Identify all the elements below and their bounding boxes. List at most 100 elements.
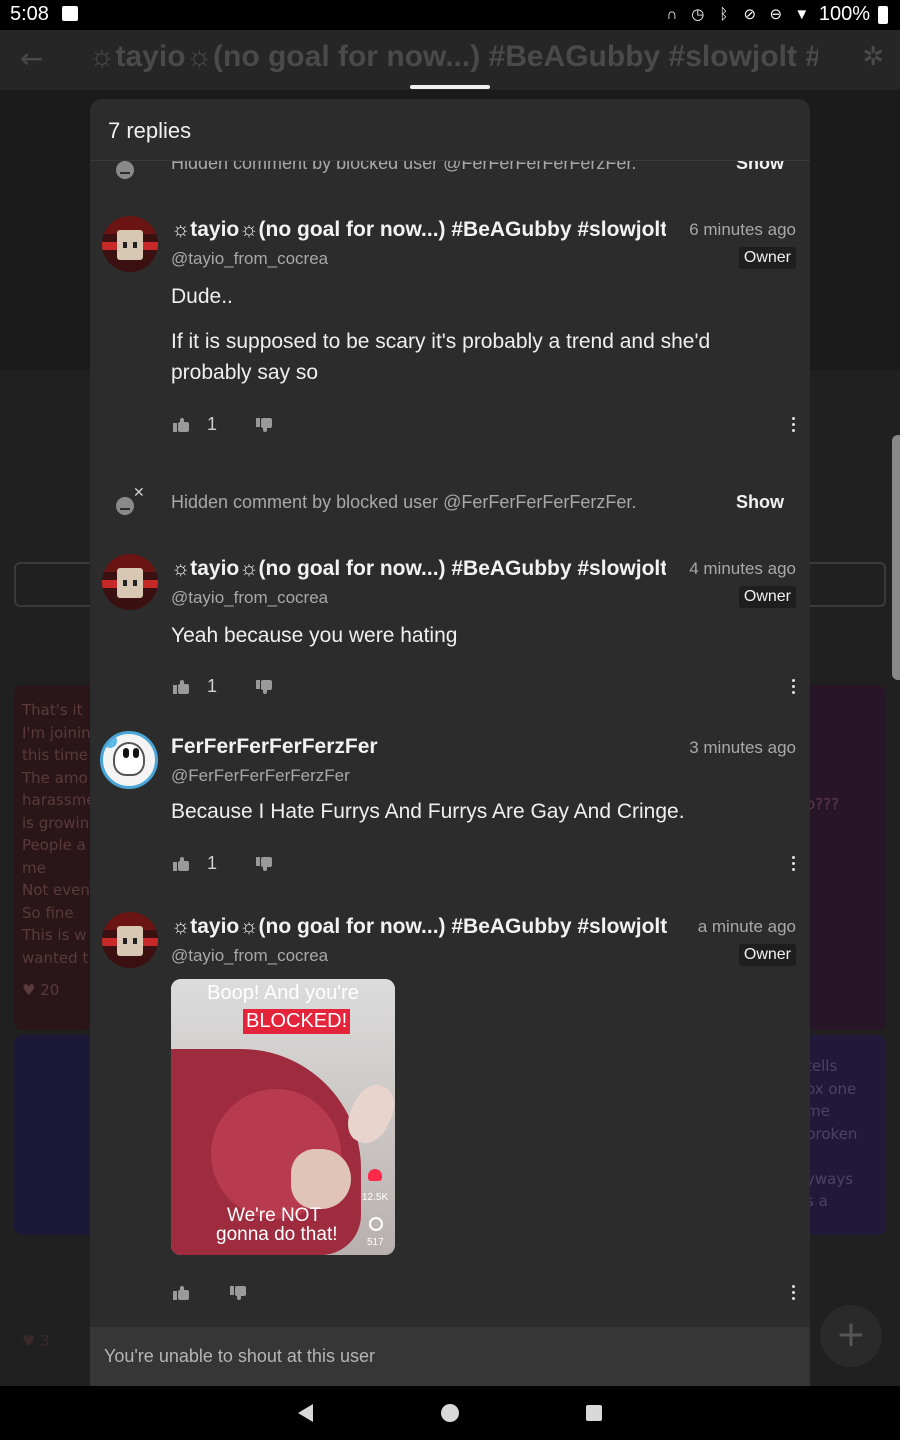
comment-paragraph: Dude..: [171, 285, 233, 308]
avatar[interactable]: [102, 554, 158, 610]
add-fab-button: +: [820, 1305, 882, 1367]
image-notification-icon: [62, 6, 78, 21]
background-card-right-2: tells ox one me broken yways s a: [806, 1035, 886, 1235]
owner-badge: Owner: [738, 944, 796, 966]
sticker-text: BLOCKED!: [243, 1009, 351, 1034]
replies-sheet: 7 replies Hidden comment by blocked user…: [90, 99, 810, 1386]
blocked-user-icon: [116, 497, 134, 515]
bg-line: wanted t: [22, 948, 89, 967]
alarm-icon: ◷: [691, 5, 705, 23]
sheet-drag-handle[interactable]: [410, 85, 490, 89]
more-vert-icon[interactable]: [792, 679, 796, 695]
bg-line: [806, 1145, 886, 1168]
sticker-image[interactable]: Boop! And you're BLOCKED! We're NOT gonn…: [171, 979, 395, 1255]
back-arrow-icon: ←: [20, 42, 44, 75]
bg-bottom-like-count: 3: [40, 1332, 50, 1350]
comment-body: Because I Hate Furrys And Furrys Are Gay…: [171, 796, 791, 827]
comment-item: ☼tayio☼(no goal for now...) #BeAGubby #s…: [90, 908, 810, 1308]
owner-badge: Owner: [738, 586, 796, 608]
comment-actions: 1: [171, 853, 796, 879]
bg-line: That's it: [22, 701, 83, 719]
status-time: 5:08: [10, 3, 49, 25]
comment-handle: @tayio_from_cocrea: [171, 249, 329, 268]
bg-line: me: [806, 1102, 830, 1120]
sticker-text: Boop! And you're: [207, 982, 359, 1004]
bg-heart-icon: ♥: [22, 1332, 41, 1350]
bg-line: broken: [806, 1124, 858, 1143]
bg-line: The amo: [22, 768, 88, 787]
wifi-icon: ▼: [794, 5, 810, 23]
thumb-up-icon[interactable]: [173, 857, 189, 871]
comment-handle: @tayio_from_cocrea: [171, 588, 329, 607]
comment-actions: 1: [171, 676, 796, 702]
background-card-left: That's it I'm joinin this time The amo h…: [14, 685, 94, 1030]
sheet-header: 7 replies: [90, 99, 810, 161]
comment-author[interactable]: ☼tayio☼(no goal for now...) #BeAGubby #s…: [171, 218, 666, 242]
hidden-comment-text: Hidden comment by blocked user @FerFerFe…: [171, 492, 637, 512]
avatar[interactable]: [102, 912, 158, 968]
status-icons: ∩ ◷ ᛒ ⊘ ⊖ ▼ 100%: [663, 3, 888, 26]
heart-icon: [368, 1169, 382, 1181]
thumb-down-icon[interactable]: [256, 680, 272, 694]
bg-line: Not even: [22, 881, 90, 899]
nav-recents-icon[interactable]: [586, 1405, 602, 1421]
comment-handle: @FerFerFerFerFerzFer: [171, 766, 350, 785]
thumb-up-icon[interactable]: [173, 418, 189, 432]
navigation-bar: [0, 1386, 900, 1440]
comment-paragraph: Yeah because you were hating: [171, 624, 458, 647]
bg-line: yways: [806, 1169, 854, 1188]
bg-like-row: ♥ 20: [22, 979, 86, 1002]
thumb-down-icon[interactable]: [256, 418, 272, 432]
comment-item: ☼tayio☼(no goal for now...) #BeAGubby #s…: [90, 211, 810, 441]
do-not-disturb-icon: ⊖: [769, 5, 783, 23]
bg-line: ox one: [806, 1079, 857, 1098]
nav-back-icon[interactable]: [298, 1404, 313, 1422]
battery-icon: [878, 5, 888, 24]
comment-author[interactable]: ☼tayio☼(no goal for now...) #BeAGubby #s…: [171, 557, 666, 581]
thumb-up-icon[interactable]: [173, 1286, 189, 1300]
footer-text: You're unable to shout at this user: [104, 1346, 375, 1366]
comment-time: 6 minutes ago: [689, 220, 796, 239]
background-scroll-handle: [892, 435, 900, 680]
background-title: ☼tayio☼(no goal for now...) #BeAGubby #s…: [88, 40, 818, 73]
thumb-up-icon[interactable]: [173, 680, 189, 694]
more-vert-icon[interactable]: [792, 1285, 796, 1301]
sticker-likes: 12.5K: [362, 1192, 389, 1203]
sticker-caption: gonna do that!: [216, 1224, 338, 1245]
comment-item: FerFerFerFerFerzFer 3 minutes ago @FerFe…: [90, 729, 810, 889]
battery-percent: 100%: [818, 3, 870, 25]
thumb-down-icon[interactable]: [230, 1286, 246, 1300]
avatar[interactable]: [100, 731, 158, 789]
comment-time: 3 minutes ago: [689, 738, 796, 757]
comment-bubble-icon: [369, 1217, 383, 1231]
comment-time: a minute ago: [697, 917, 796, 936]
bg-line: this time: [22, 746, 89, 764]
shout-footer: You're unable to shout at this user: [90, 1327, 810, 1386]
comment-actions: 1: [171, 414, 796, 440]
thumb-down-icon[interactable]: [256, 857, 272, 871]
comment-handle: @tayio_from_cocrea: [171, 946, 329, 965]
headphones-icon: ∩: [666, 5, 678, 23]
bg-line: s a: [806, 1192, 828, 1210]
comment-author[interactable]: FerFerFerFerFerzFer: [171, 735, 611, 759]
comment-author[interactable]: ☼tayio☼(no goal for now...) #BeAGubby #s…: [171, 915, 676, 939]
bg-line: So fine: [22, 903, 74, 922]
comment-time: 4 minutes ago: [689, 559, 796, 578]
hidden-comment-row: ✕ Hidden comment by blocked user @FerFer…: [90, 479, 810, 529]
like-count: 1: [207, 676, 218, 696]
background-topbar: ← ☼tayio☼(no goal for now...) #BeAGubby …: [0, 30, 900, 90]
avatar[interactable]: [102, 216, 158, 272]
show-hidden-button[interactable]: Show: [736, 492, 784, 513]
comment-item: ☼tayio☼(no goal for now...) #BeAGubby #s…: [90, 550, 810, 700]
nav-home-icon[interactable]: [441, 1404, 459, 1422]
bluetooth-icon: ᛒ: [719, 5, 729, 23]
more-vert-icon[interactable]: [792, 417, 796, 433]
comment-paragraph: If it is supposed to be scary it's proba…: [171, 330, 711, 384]
like-count: 1: [207, 414, 218, 434]
status-bar: 5:08 ∩ ◷ ᛒ ⊘ ⊖ ▼ 100%: [0, 0, 900, 30]
comment-actions: [171, 1282, 796, 1308]
bg-line: I'm joinin: [22, 723, 91, 742]
more-vert-icon[interactable]: [792, 856, 796, 872]
background-card-left-2: [14, 1035, 94, 1235]
notifications-off-icon: ⊘: [743, 5, 757, 23]
